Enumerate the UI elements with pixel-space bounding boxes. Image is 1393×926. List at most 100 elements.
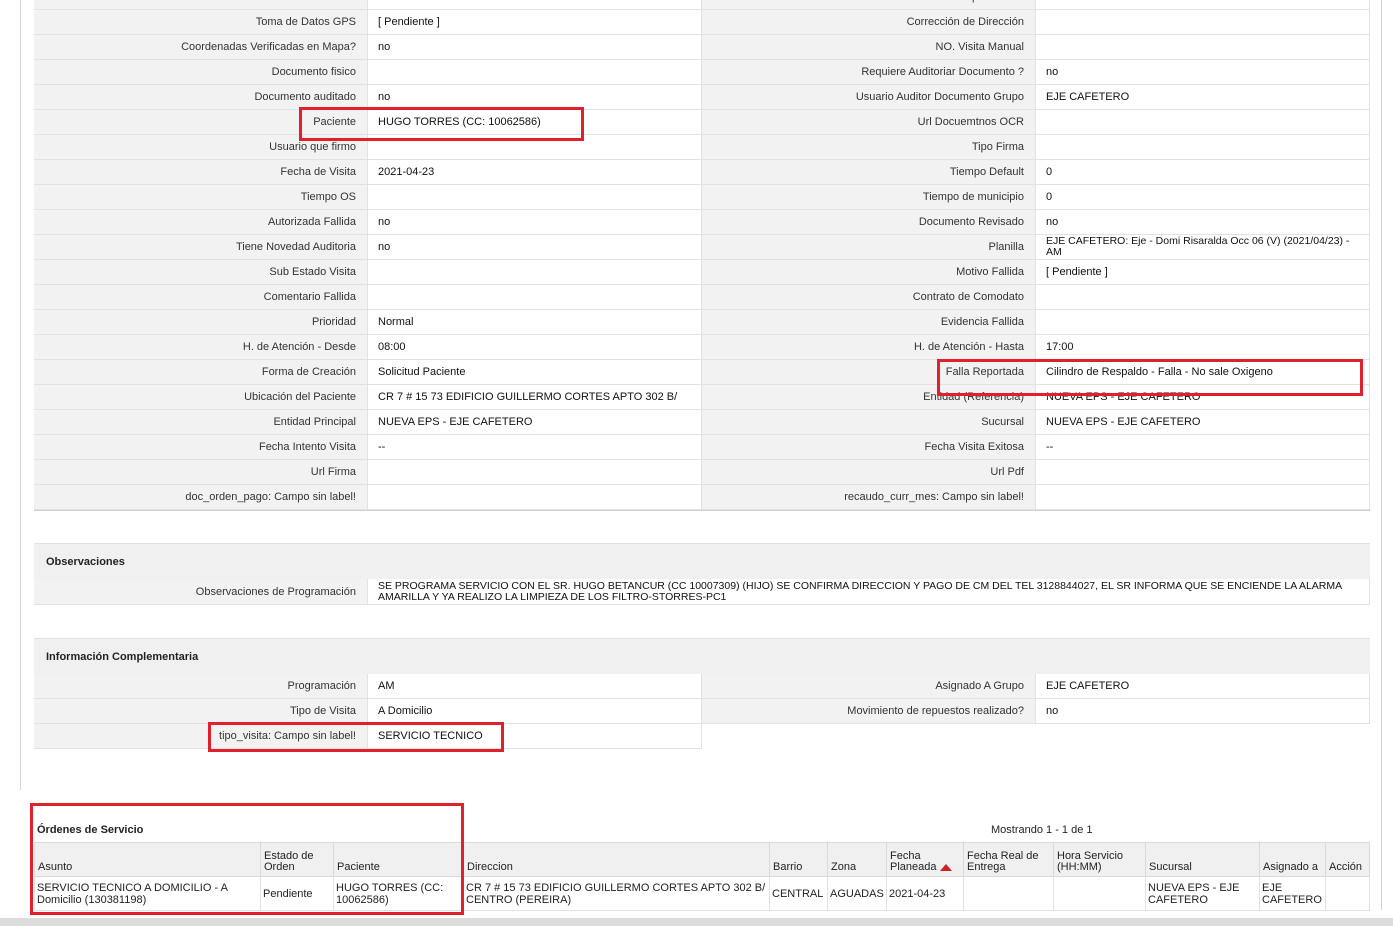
- cell-zona: AGUADAS: [827, 876, 887, 911]
- col-fecha-planeada[interactable]: Fecha Planeada: [886, 842, 964, 877]
- paciente-value: HUGO TORRES (CC: 10062586): [368, 110, 702, 134]
- field-row: Forma de Creación Solicitud Paciente Falla…: [34, 360, 1370, 385]
- contrato-de-comodato-label: Contrato de Comodato: [702, 285, 1036, 309]
- col-estado[interactable]: Estado de Orden: [260, 842, 334, 877]
- field-row: Autorizada Fallida no Documento Revisado no: [34, 210, 1370, 235]
- prioridad-label: Prioridad: [34, 310, 368, 334]
- ubicacion-del-paciente-label: Ubicación del Paciente: [34, 385, 368, 409]
- comentario-fallida-value: [368, 285, 702, 309]
- coordenadas-verificadas-en-mapa-value: no: [368, 35, 702, 59]
- tiene-novedad-auditoria-value: no: [368, 235, 702, 259]
- requiere-auditoriar-documento-value: no: [1036, 60, 1370, 84]
- sub-estado-visita-label: Sub Estado Visita: [34, 260, 368, 284]
- col-barrio[interactable]: Barrio: [769, 842, 828, 877]
- info-complementaria-section: Información Complementaria Programación A…: [34, 638, 1370, 749]
- ordenes-table: Asunto Estado de Orden Paciente Direccio…: [34, 842, 1370, 911]
- documento-auditado-value: no: [368, 85, 702, 109]
- fecha-visita-exitosa-value: --: [1036, 435, 1370, 459]
- correccion-de-direccion-label: Corrección de Dirección: [702, 10, 1036, 34]
- grid-divider: [34, 510, 1370, 511]
- recaudo-curr-mes-campo-sin-label-label: recaudo_curr_mes: Campo sin label!: [702, 485, 1036, 509]
- tiempo-de-municipio-label: Tiempo de municipio: [702, 185, 1036, 209]
- col-zona[interactable]: Zona: [827, 842, 887, 877]
- h-de-atencion-desde-label: H. de Atención - Desde: [34, 335, 368, 359]
- falla-reportada-value: Cilindro de Respaldo - Falla - No sale O…: [1036, 360, 1370, 384]
- prioridad-value: Normal: [368, 310, 702, 334]
- doc-orden-pago-campo-sin-label-value: [368, 485, 702, 509]
- fecha-visita-exitosa-label: Fecha Visita Exitosa: [702, 435, 1036, 459]
- col-direccion[interactable]: Direccion: [463, 842, 770, 877]
- telefono-solicitante-label: Teléfono Solicitante: [34, 0, 368, 9]
- info-complementaria-rows: Programación AM Asignado A Grupo EJE CAFETE…: [34, 674, 1370, 724]
- horizontal-scrollbar[interactable]: [0, 918, 1393, 926]
- usuario-que-firmo-label: Usuario que firmo: [34, 135, 368, 159]
- coordenadas-aprobadas-label: Coordenadas Aprobadas?: [702, 0, 1036, 9]
- movimiento-de-repuestos-realizado-value: no: [1036, 699, 1370, 723]
- field-row: Teléfono Solicitante3128844027Coordenada…: [34, 0, 1370, 10]
- cell-barrio: CENTRAL: [769, 876, 828, 911]
- autorizada-fallida-value: no: [368, 210, 702, 234]
- documento-auditado-label: Documento auditado: [34, 85, 368, 109]
- field-row: Comentario Fallida Contrato de Comodato: [34, 285, 1370, 310]
- field-row: Prioridad Normal Evidencia Fallida: [34, 310, 1370, 335]
- evidencia-fallida-value: [1036, 310, 1370, 334]
- entidad-principal-label: Entidad Principal: [34, 410, 368, 434]
- observaciones-row: Observaciones de Programación SE PROGRAM…: [34, 579, 1370, 605]
- toma-de-datos-gps-value: [ Pendiente ]: [368, 10, 702, 34]
- detail-grid: Teléfono Solicitante3128844027Coordenada…: [34, 0, 1370, 510]
- motivo-fallida-value: [ Pendiente ]: [1036, 260, 1370, 284]
- usuario-auditor-documento-grupo-label: Usuario Auditor Documento Grupo: [702, 85, 1036, 109]
- ordenes-title: Órdenes de Servicio: [37, 824, 144, 836]
- documento-revisado-label: Documento Revisado: [702, 210, 1036, 234]
- tipo-visita-label: tipo_visita: Campo sin label!: [34, 724, 368, 748]
- recaudo-curr-mes-campo-sin-label-value: [1036, 485, 1370, 509]
- left-border: [20, 0, 21, 790]
- col-sucursal[interactable]: Sucursal: [1145, 842, 1260, 877]
- sub-estado-visita-value: [368, 260, 702, 284]
- cell-hora: [1053, 876, 1146, 911]
- cell-fecha-planeada: 2021-04-23: [886, 876, 964, 911]
- field-row: Sub Estado Visita Motivo Fallida[ Pendien…: [34, 260, 1370, 285]
- cell-accion[interactable]: [1325, 876, 1370, 911]
- documento-revisado-value: no: [1036, 210, 1370, 234]
- field-row: Toma de Datos GPS[ Pendiente ] Corrección…: [34, 10, 1370, 35]
- observaciones-title: Observaciones: [34, 543, 1370, 579]
- url-docuemtnos-ocr-label: Url Docuemtnos OCR: [702, 110, 1036, 134]
- planilla-value: EJE CAFETERO: Eje - Domi Risaralda Occ 0…: [1036, 235, 1370, 259]
- comentario-fallida-label: Comentario Fallida: [34, 285, 368, 309]
- col-paciente[interactable]: Paciente: [333, 842, 464, 877]
- cell-asunto[interactable]: SERVICIO TECNICO A DOMICILIO - A Domicil…: [34, 876, 261, 911]
- asignado-a-grupo-label: Asignado A Grupo: [702, 674, 1036, 698]
- field-row: Url Firma Url Pdf: [34, 460, 1370, 485]
- cell-asignado: EJE CAFETERO: [1259, 876, 1326, 911]
- field-row: Coordenadas Verificadas en Mapa? no NO. Vi…: [34, 35, 1370, 60]
- fecha-planeada-label: Fecha Planeada: [890, 850, 937, 873]
- no-visita-manual-label: NO. Visita Manual: [702, 35, 1036, 59]
- sucursal-label: Sucursal: [702, 410, 1036, 434]
- coordenadas-aprobadas-value: no: [1036, 0, 1370, 9]
- col-asunto[interactable]: Asunto: [34, 842, 261, 877]
- field-row: Documento auditado no Usuario Auditor Docu…: [34, 85, 1370, 110]
- observaciones-section: Observaciones Observaciones de Programac…: [34, 543, 1370, 605]
- doc-orden-pago-campo-sin-label-label: doc_orden_pago: Campo sin label!: [34, 485, 368, 509]
- toma-de-datos-gps-label: Toma de Datos GPS: [34, 10, 368, 34]
- movimiento-de-repuestos-realizado-label: Movimiento de repuestos realizado?: [702, 699, 1036, 723]
- entidad-referencia-value: NUEVA EPS - EJE CAFETERO: [1036, 385, 1370, 409]
- col-hora-servicio[interactable]: Hora Servicio (HH:MM): [1053, 842, 1146, 877]
- sort-asc-icon[interactable]: [939, 864, 952, 871]
- sucursal-value: NUEVA EPS - EJE CAFETERO: [1036, 410, 1370, 434]
- asignado-a-grupo-value: EJE CAFETERO: [1036, 674, 1370, 698]
- table-row[interactable]: SERVICIO TECNICO A DOMICILIO - A Domicil…: [34, 876, 1370, 911]
- field-row: Ubicación del Paciente CR 7 # 15 73 EDIFI…: [34, 385, 1370, 410]
- info-last-row: tipo_visita: Campo sin label! SERVICIO T…: [34, 724, 702, 749]
- h-de-atencion-hasta-label: H. de Atención - Hasta: [702, 335, 1036, 359]
- cell-sucursal: NUEVA EPS - EJE CAFETERO: [1145, 876, 1260, 911]
- url-firma-value: [368, 460, 702, 484]
- cell-fecha-real: [963, 876, 1054, 911]
- ubicacion-del-paciente-value: CR 7 # 15 73 EDIFICIO GUILLERMO CORTES A…: [368, 385, 702, 409]
- col-asignado[interactable]: Asignado a: [1259, 842, 1326, 877]
- scrollbar-track[interactable]: [1381, 0, 1382, 910]
- col-fecha-real[interactable]: Fecha Real de Entrega: [963, 842, 1054, 877]
- motivo-fallida-label: Motivo Fallida: [702, 260, 1036, 284]
- h-de-atencion-hasta-value: 17:00: [1036, 335, 1370, 359]
